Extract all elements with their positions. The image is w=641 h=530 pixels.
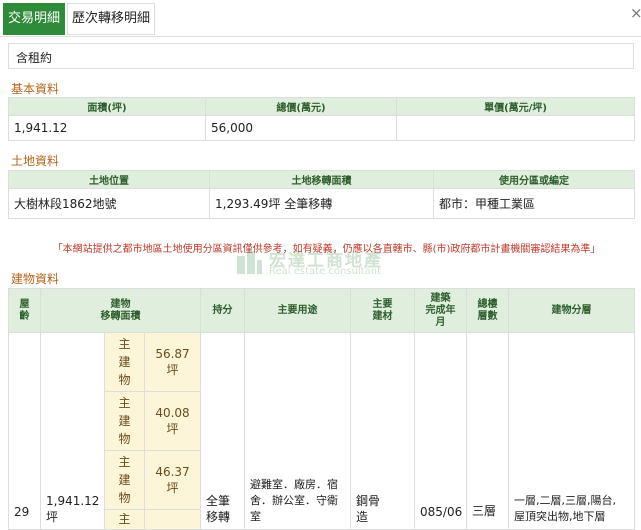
value-main-use: 避難室．廠房．宿 舍．辦公室．守衛室 [244,332,352,530]
header-share: 持分 [200,288,246,333]
main-building-label-partial: 主 [104,509,145,530]
value-age: 29 [8,332,41,530]
header-main-use: 主要用途 [244,288,352,333]
main-building-label: 主 建 物 [104,332,145,392]
value-zoning: 都市：甲種工業區 [433,188,635,219]
section-title-land: 土地資料 [11,154,60,168]
header-age: 屋 齡 [8,288,41,333]
value-total-floors: 三層 [466,332,510,530]
close-icon[interactable]: × [630,4,641,22]
main-building-label: 主 建 物 [104,391,145,451]
header-material: 主要 建材 [350,288,416,333]
header-zoning: 使用分區或編定 [433,170,635,189]
remark-text: 含租約 [16,51,53,65]
value-land-location: 大樹林段1862地號 [8,188,210,219]
header-land-location: 土地位置 [8,170,210,189]
watermark-en: Real estate consultant [269,266,381,277]
main-building-area: 40.08坪 [143,391,202,451]
header-land-area: 土地移轉面積 [209,170,434,189]
zoning-notice: 「本網站提供之都市地區土地使用分區資訊僅供參考，如有疑義，仍應以各直轄市、縣(市… [52,244,601,255]
land-table: 土地位置 土地移轉面積 使用分區或編定 大樹林段1862地號 1,293.49坪… [8,170,635,219]
value-completed: 085/06 [414,332,468,530]
basic-table: 面積(坪) 總價(萬元) 單價(萬元/坪) 1,941.12 56,000 [8,97,635,141]
header-unit-price: 單價(萬元/坪) [396,97,635,116]
value-unit-price [396,115,635,141]
value-total-price: 56,000 [205,115,397,141]
value-building-area: 1,941.12 坪 [40,332,105,530]
value-material: 鋼骨 造 [350,332,416,530]
value-building-layers: 一層,二層,三層,陽台, 屋頂突出物,地下層 [508,332,636,530]
tab-bar: 交易明細 歷次轉移明細 [0,0,156,35]
header-total-price: 總價(萬元) [205,97,397,116]
main-building-label: 主 建 物 [104,450,145,510]
header-building-layers: 建物分層 [508,288,636,333]
remark-box: 含租約 [8,43,634,69]
header-building-area: 建物 移轉面積 [39,288,202,333]
value-area: 1,941.12 [8,115,206,141]
section-title-building: 建物資料 [11,272,60,286]
main-building-area-partial [143,509,202,530]
header-total-floors: 總樓 層數 [466,288,510,333]
building-table: 屋 齡 建物 移轉面積 持分 主要用途 主要 建材 建築 完成年 月 總樓 層數… [8,288,636,530]
divider [0,36,641,37]
value-land-area: 1,293.49坪 全筆移轉 [209,188,434,219]
header-completed: 建築 完成年 月 [414,288,468,333]
tab-transaction-detail[interactable]: 交易明細 [3,3,66,35]
value-share: 全筆 移轉 [200,332,246,530]
tab-transfer-history[interactable]: 歷次轉移明細 [67,3,156,35]
main-building-area: 56.87坪 [143,332,202,392]
main-building-area: 46.37坪 [143,450,202,510]
header-area: 面積(坪) [8,97,206,116]
section-title-basic: 基本資料 [11,82,60,96]
